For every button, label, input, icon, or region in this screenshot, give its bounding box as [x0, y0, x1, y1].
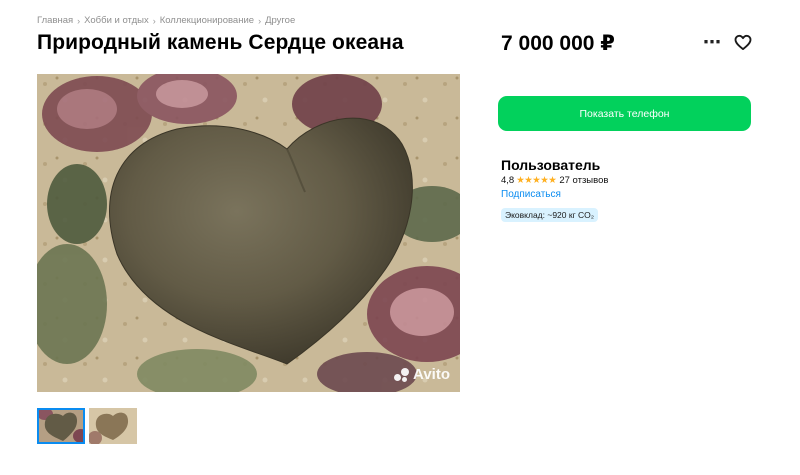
- watermark-text: Avito: [413, 366, 450, 383]
- avito-watermark: Avito: [394, 366, 450, 383]
- listing-price: 7 000 000 ₽: [501, 32, 615, 55]
- seller-rating: 4,8 ★★★★★ 27 отзывов: [501, 175, 608, 186]
- breadcrumb: Главная › Хобби и отдых › Коллекциониров…: [37, 15, 295, 26]
- avito-logo-icon: [394, 367, 410, 382]
- chevron-right-icon: ›: [77, 15, 81, 26]
- chevron-right-icon: ›: [258, 15, 262, 26]
- heart-outline-icon[interactable]: [733, 32, 753, 52]
- reviews-link[interactable]: 27 отзывов: [559, 175, 608, 186]
- chevron-right-icon: ›: [152, 15, 156, 26]
- main-photo[interactable]: Avito: [37, 74, 460, 392]
- thumbnail-1[interactable]: [37, 408, 85, 444]
- rating-value: 4,8: [501, 175, 515, 186]
- star-rating-icon: ★★★★★: [516, 175, 557, 186]
- breadcrumb-hobby[interactable]: Хобби и отдых: [84, 15, 149, 26]
- seller-name[interactable]: Пользователь: [501, 157, 600, 173]
- listing-title: Природный камень Сердце океана: [37, 31, 404, 54]
- breadcrumb-collecting[interactable]: Коллекционирование: [160, 15, 254, 26]
- subscribe-link[interactable]: Подписаться: [501, 189, 561, 200]
- eco-contribution-badge: Эковклад: ~920 кг CO₂: [501, 208, 599, 222]
- breadcrumb-other[interactable]: Другое: [265, 15, 295, 26]
- more-dots-icon[interactable]: ⋯: [702, 32, 722, 52]
- stone-heart-image: [37, 74, 460, 392]
- show-phone-button[interactable]: Показать телефон: [498, 96, 751, 131]
- thumbnail-strip: [37, 408, 137, 444]
- thumbnail-2[interactable]: [89, 408, 137, 444]
- breadcrumb-home[interactable]: Главная: [37, 15, 73, 26]
